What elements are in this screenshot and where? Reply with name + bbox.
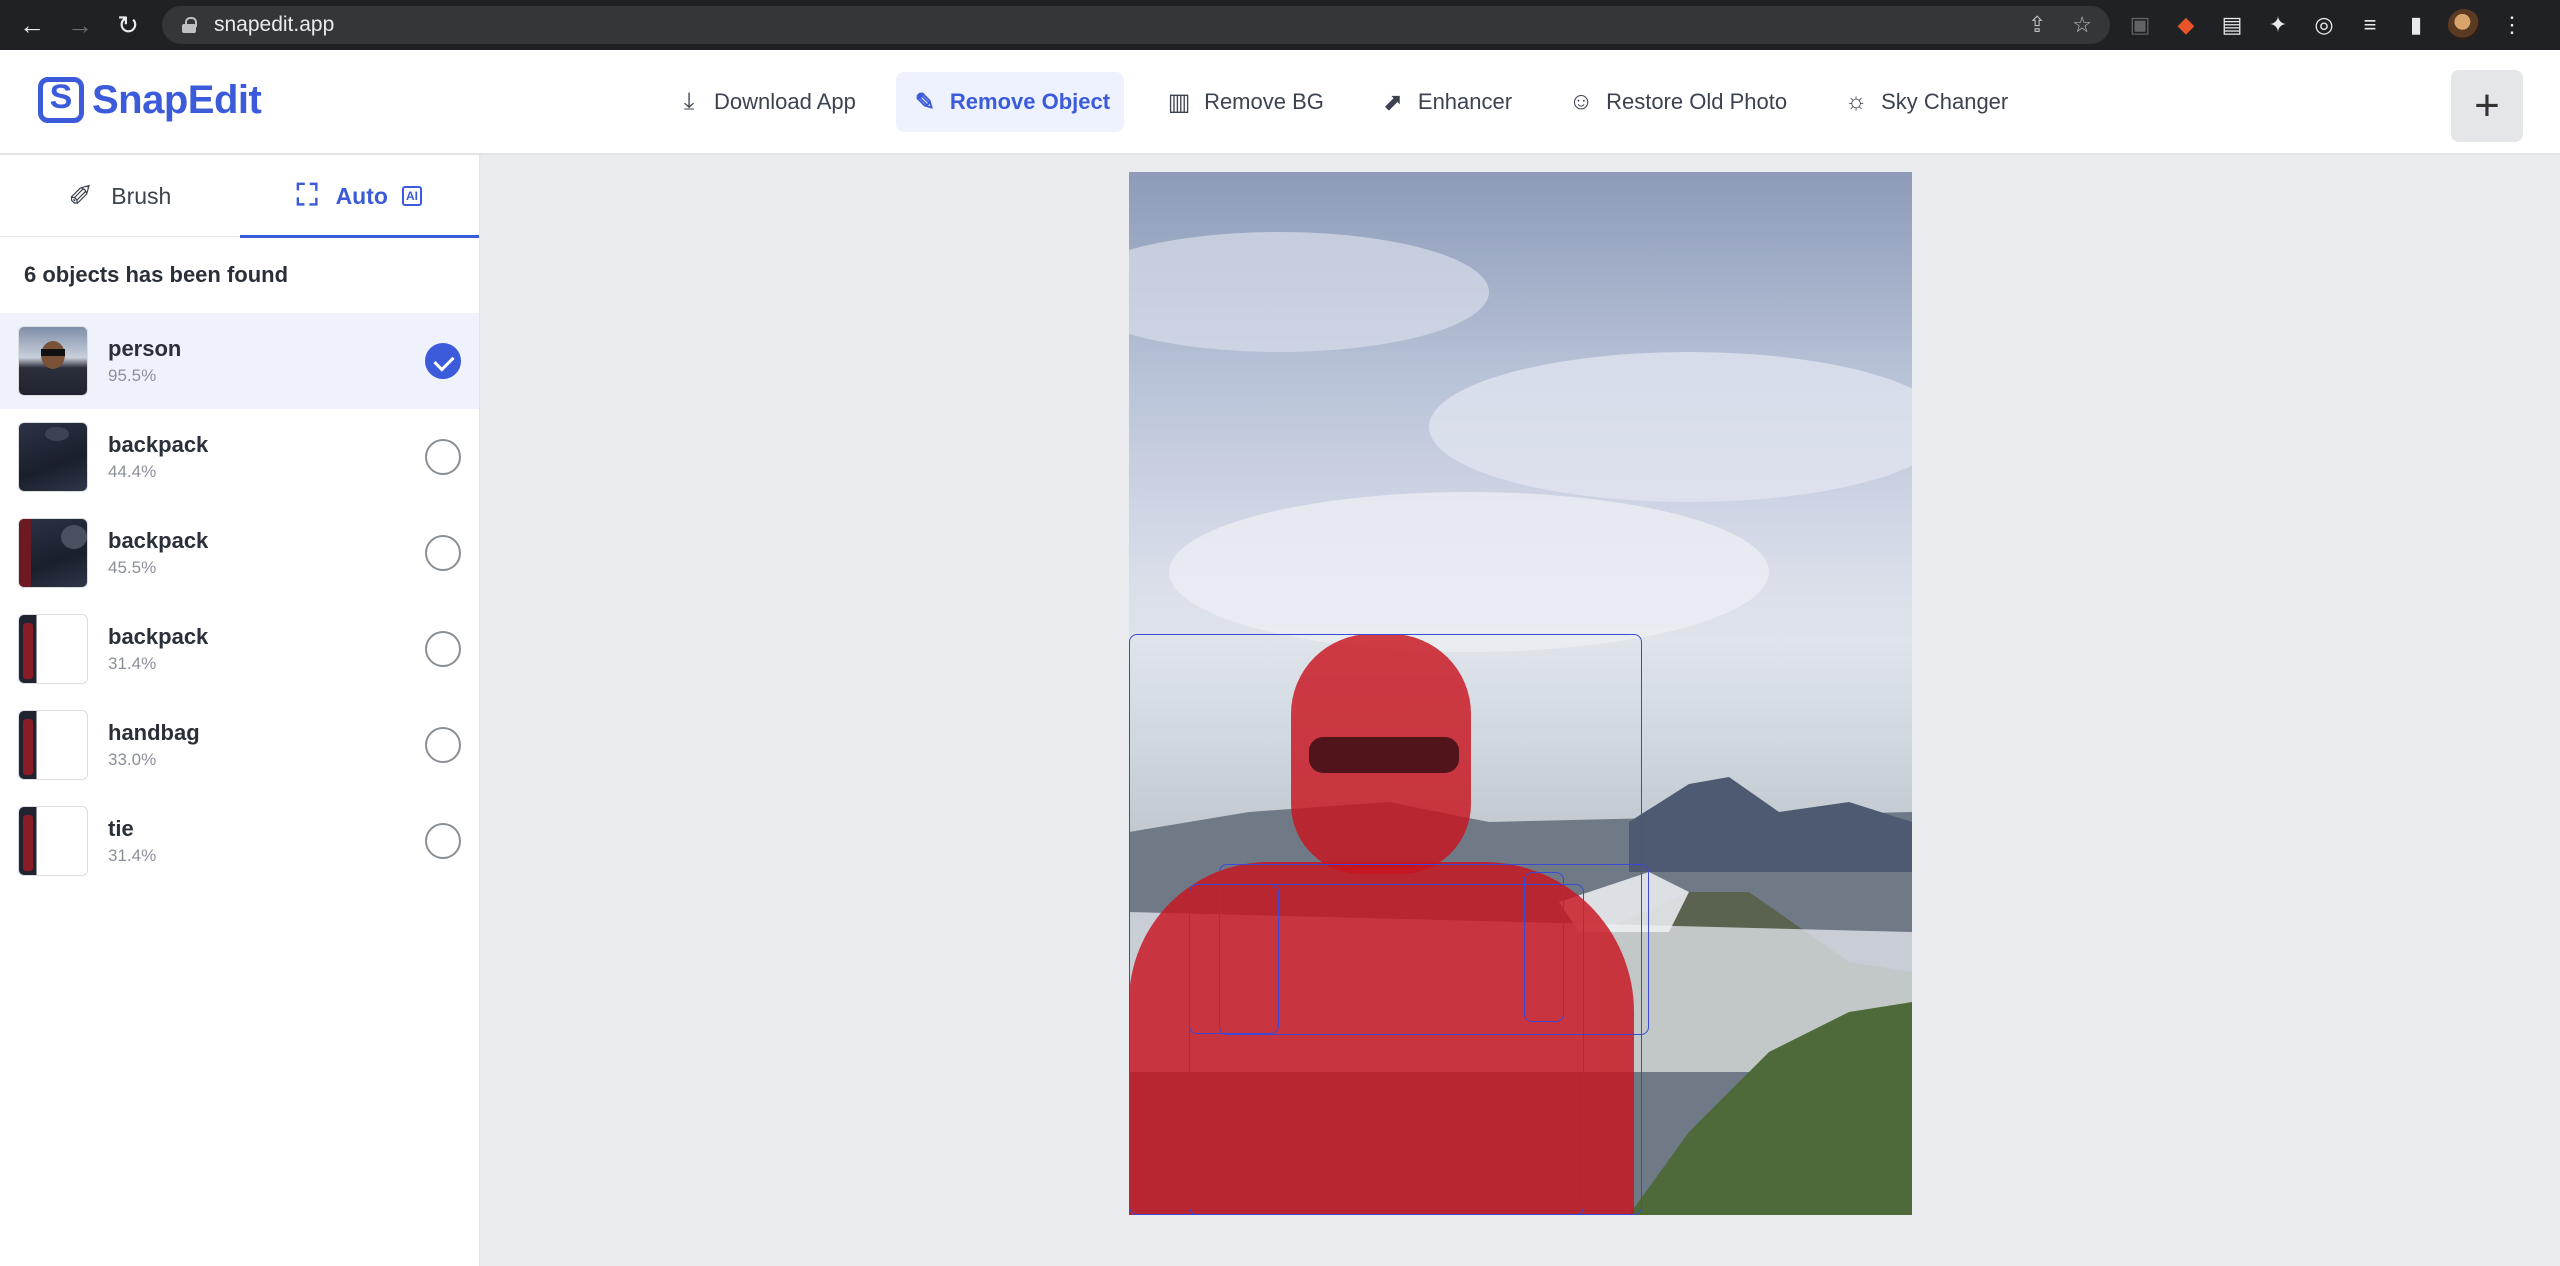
kebab-menu-icon[interactable]: ⋮ — [2498, 11, 2526, 39]
snapedit-logo[interactable]: SnapEdit — [38, 74, 262, 126]
object-score: 45.5% — [108, 558, 157, 577]
objects-found-text: 6 objects has been found — [24, 262, 289, 287]
forward-icon[interactable]: → — [56, 0, 104, 50]
address-bar[interactable]: snapedit.app ⇪ ☆ — [162, 6, 2110, 44]
mode-tabs: ✐ Brush ⛶ Auto AI — [0, 155, 480, 238]
tab-label: Brush — [111, 182, 172, 209]
share-icon[interactable]: ⇪ — [2028, 12, 2046, 38]
list-item[interactable]: backpack 45.5% — [0, 505, 479, 601]
tab-brush[interactable]: ✐ Brush — [0, 155, 240, 237]
object-name: backpack — [108, 432, 209, 457]
add-image-button[interactable]: + — [2451, 70, 2523, 142]
object-thumbnail — [18, 710, 88, 780]
nav-remove-object[interactable]: ✎ Remove Object — [895, 72, 1125, 132]
nav-download-app[interactable]: ⤓ Download App — [660, 72, 870, 132]
profile-avatar[interactable] — [2448, 9, 2480, 41]
url-text[interactable]: snapedit.app — [214, 13, 334, 37]
object-score: 31.4% — [108, 654, 157, 673]
eraser-icon: ✎ — [914, 88, 935, 116]
tab-auto[interactable]: ⛶ Auto AI — [239, 155, 480, 238]
ai-badge: AI — [401, 186, 422, 206]
nav-enhancer[interactable]: ⬈ Enhancer — [1364, 72, 1526, 132]
logo-text: SnapEdit — [92, 77, 262, 122]
object-score: 44.4% — [108, 462, 157, 481]
side-panel-icon[interactable]: ▮ — [2402, 11, 2430, 39]
editor-canvas — [481, 155, 2560, 1266]
object-thumbnail — [18, 806, 88, 876]
object-name: backpack — [108, 624, 209, 649]
object-name: handbag — [108, 720, 200, 745]
puzzle-icon[interactable]: ✦ — [2264, 11, 2292, 39]
object-score: 95.5% — [108, 366, 157, 385]
tab-label: Auto — [335, 182, 388, 209]
object-thumbnail — [18, 326, 88, 396]
lock-icon — [182, 17, 197, 33]
object-thumbnail — [18, 614, 88, 684]
logo-icon — [38, 77, 84, 123]
extension-icon[interactable]: ▤ — [2218, 11, 2246, 39]
remove-bg-icon: ▥ — [1167, 88, 1191, 116]
nav-sky-changer[interactable]: ☼ Sky Changer — [1827, 72, 2022, 132]
extension-icon[interactable]: ◆ — [2172, 11, 2200, 39]
object-thumbnail — [18, 518, 88, 588]
object-select-radio[interactable] — [425, 439, 461, 475]
nav-remove-bg[interactable]: ▥ Remove BG — [1150, 72, 1338, 132]
nav-label: Restore Old Photo — [1606, 89, 1788, 114]
object-score: 33.0% — [108, 750, 157, 769]
app-header: SnapEdit ⤓ Download App ✎ Remove Object … — [0, 50, 2560, 154]
list-item[interactable]: backpack 31.4% — [0, 601, 479, 697]
object-select-radio[interactable] — [425, 631, 461, 667]
reload-icon[interactable]: ↻ — [104, 0, 152, 50]
object-list: person 95.5% backpack 44.4% backpack 45.… — [0, 313, 479, 889]
nav-label: Download App — [714, 89, 856, 114]
list-item[interactable]: handbag 33.0% — [0, 697, 479, 793]
nav-label: Sky Changer — [1881, 89, 2009, 114]
object-name: tie — [108, 816, 134, 841]
nav-label: Remove Object — [949, 89, 1111, 114]
object-name: backpack — [108, 528, 209, 553]
object-select-radio[interactable] — [425, 343, 461, 379]
extension-icon[interactable]: ◎ — [2310, 11, 2338, 39]
nav-label: Enhancer — [1417, 89, 1513, 114]
media-icon[interactable]: ≡ — [2356, 11, 2384, 39]
extension-icon[interactable]: ▣ — [2126, 11, 2154, 39]
browser-toolbar: ← → ↻ snapedit.app ⇪ ☆ ▣ ◆ ▤ ✦ ◎ ≡ ▮ ⋮ — [0, 0, 2560, 50]
list-item[interactable]: tie 31.4% — [0, 793, 479, 889]
nav-restore-old-photo[interactable]: ☺ Restore Old Photo — [1552, 72, 1801, 132]
sun-cloud-icon: ☼ — [1845, 88, 1868, 115]
object-sidebar: ✐ Brush ⛶ Auto AI 6 objects has been fou… — [0, 155, 480, 1266]
brush-icon: ✐ — [68, 179, 94, 213]
top-nav: ⤓ Download App ✎ Remove Object ▥ Remove … — [660, 72, 2048, 132]
object-select-radio[interactable] — [425, 823, 461, 859]
object-name: person — [108, 336, 182, 361]
list-item[interactable]: person 95.5% — [0, 313, 479, 409]
enhance-icon: ⬈ — [1382, 88, 1403, 116]
detection-box-tie[interactable] — [1524, 872, 1564, 1022]
auto-detect-icon: ⛶ — [296, 179, 318, 212]
object-select-radio[interactable] — [425, 535, 461, 571]
back-icon[interactable]: ← — [8, 0, 56, 50]
edited-photo[interactable] — [1129, 172, 1912, 1215]
extension-bar: ▣ ◆ ▤ ✦ ◎ ≡ ▮ ⋮ — [2126, 0, 2526, 50]
nav-label: Remove BG — [1204, 89, 1324, 114]
object-select-radio[interactable] — [425, 727, 461, 763]
object-thumbnail — [18, 422, 88, 492]
object-score: 31.4% — [108, 846, 157, 865]
list-item[interactable]: backpack 44.4% — [0, 409, 479, 505]
restore-face-icon: ☺ — [1568, 88, 1594, 115]
download-icon: ⤓ — [683, 88, 695, 115]
bookmark-star-icon[interactable]: ☆ — [2072, 12, 2092, 38]
